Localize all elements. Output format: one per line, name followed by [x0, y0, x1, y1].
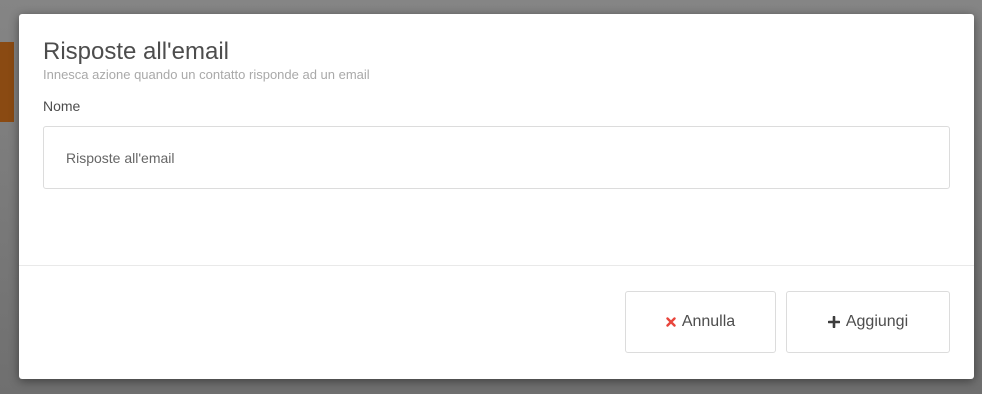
- dialog-body: Nome: [19, 97, 974, 189]
- plus-icon: [827, 316, 840, 328]
- backdrop-accent-strip: [0, 42, 14, 122]
- add-button-label: Aggiungi: [845, 313, 909, 330]
- add-trigger-dialog: Risposte all'email Innesca azione quando…: [19, 14, 974, 379]
- cancel-button-label: Annulla: [681, 313, 736, 330]
- dialog-header: Risposte all'email Innesca azione quando…: [19, 14, 974, 83]
- add-button[interactable]: Aggiungi: [786, 291, 950, 353]
- dialog-title: Risposte all'email: [43, 38, 229, 65]
- footer-divider: [19, 265, 974, 266]
- cancel-button[interactable]: Annulla: [625, 291, 776, 353]
- dialog-footer: Annulla Aggiungi: [625, 291, 950, 353]
- dialog-subtitle: Innesca azione quando un contatto rispon…: [43, 67, 370, 82]
- name-field-label: Nome: [43, 98, 81, 114]
- name-input[interactable]: [43, 126, 950, 189]
- close-icon: [666, 317, 676, 327]
